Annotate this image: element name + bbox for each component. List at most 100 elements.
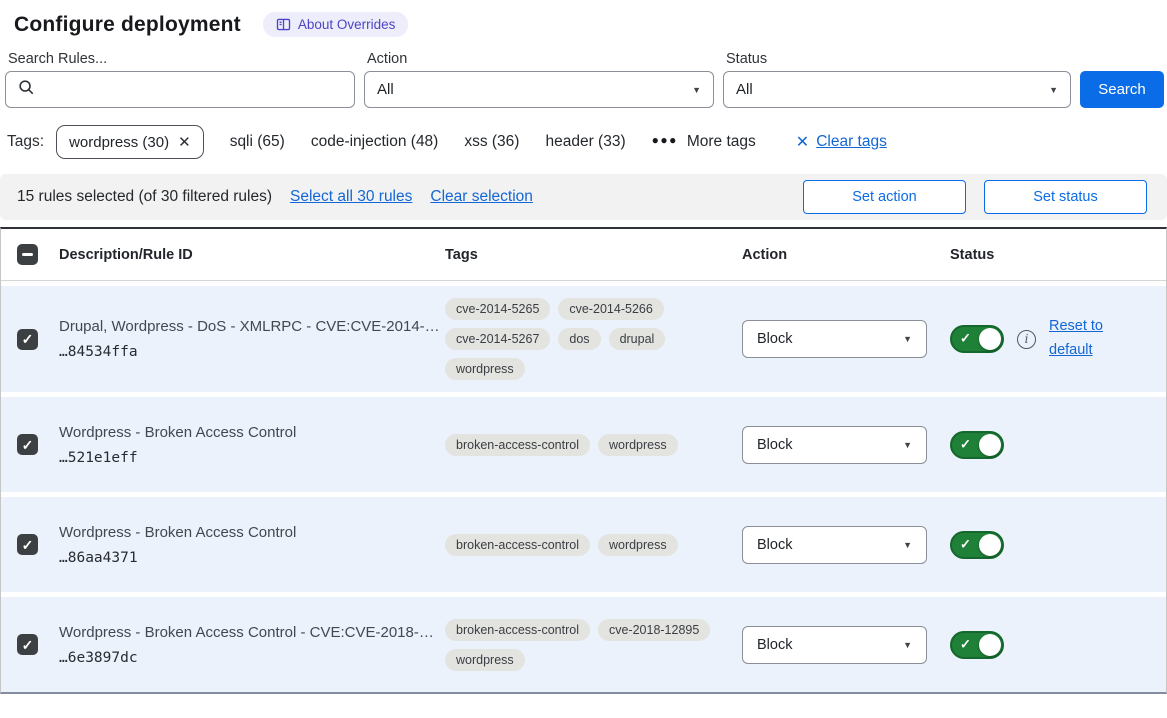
more-tags-button[interactable]: ●●● More tags [652, 133, 756, 151]
action-select[interactable]: Block ▼ [742, 526, 927, 564]
row-rule-id: …6e3897dc [59, 650, 445, 666]
row-description-cell: Drupal, Wordpress - DoS - XMLRPC - CVE:C… [45, 318, 445, 360]
chevron-down-icon: ▼ [903, 540, 912, 550]
action-filter-label: Action [364, 51, 714, 67]
status-toggle[interactable]: ✓ [950, 631, 1004, 659]
tag-pill: cve-2014-5265 [445, 298, 550, 320]
page-title: Configure deployment [14, 13, 241, 37]
tags-label: Tags: [7, 133, 44, 151]
about-overrides-badge[interactable]: About Overrides [263, 12, 409, 37]
check-icon: ✓ [22, 438, 34, 452]
close-icon[interactable]: ✕ [178, 133, 191, 151]
action-filter-select[interactable]: All ▼ [364, 71, 714, 108]
toggle-knob [979, 634, 1001, 656]
selected-tag-chip[interactable]: wordpress (30) ✕ [56, 125, 204, 159]
row-action-cell: Block ▼ [742, 526, 950, 564]
row-description: Drupal, Wordpress - DoS - XMLRPC - CVE:C… [59, 318, 445, 335]
row-action-cell: Block ▼ [742, 320, 950, 358]
chevron-down-icon: ▼ [692, 85, 701, 95]
more-tags-label: More tags [687, 133, 756, 151]
status-toggle[interactable]: ✓ [950, 531, 1004, 559]
row-checkbox-cell: ✓ [1, 329, 45, 350]
ellipsis-icon: ●●● [652, 133, 678, 147]
table-row: ✓ Wordpress - Broken Access Control …86a… [1, 497, 1166, 592]
table-row: ✓ Wordpress - Broken Access Control …521… [1, 397, 1166, 492]
action-select-value: Block [757, 331, 792, 347]
check-icon: ✓ [960, 436, 971, 452]
select-all-checkbox[interactable] [17, 244, 38, 265]
tag-option-xss[interactable]: xss (36) [464, 133, 519, 151]
check-icon: ✓ [22, 332, 34, 346]
tags-bar: Tags: wordpress (30) ✕ sqli (65) code-in… [0, 108, 1167, 174]
row-checkbox[interactable]: ✓ [17, 634, 38, 655]
row-checkbox[interactable]: ✓ [17, 329, 38, 350]
toggle-knob [979, 534, 1001, 556]
chevron-down-icon: ▼ [903, 640, 912, 650]
status-filter-field: Status All ▼ [723, 51, 1071, 108]
status-filter-value: All [736, 81, 753, 98]
select-all-link[interactable]: Select all 30 rules [290, 188, 412, 206]
row-description: Wordpress - Broken Access Control - CVE:… [59, 624, 445, 641]
toggle-knob [979, 328, 1001, 350]
configure-deployment-page: Configure deployment About Overrides Sea… [0, 0, 1167, 718]
tag-pill: wordpress [445, 358, 525, 380]
selected-tag-label: wordpress (30) [69, 134, 169, 151]
search-input[interactable] [5, 71, 355, 108]
set-action-button[interactable]: Set action [803, 180, 966, 214]
action-select[interactable]: Block ▼ [742, 626, 927, 664]
row-description: Wordpress - Broken Access Control [59, 424, 445, 441]
clear-tags-label: Clear tags [816, 133, 887, 151]
action-select[interactable]: Block ▼ [742, 426, 927, 464]
row-status-cell: ✓ i Reset to default [950, 315, 1166, 363]
search-icon [18, 79, 35, 101]
row-checkbox[interactable]: ✓ [17, 534, 38, 555]
row-checkbox[interactable]: ✓ [17, 434, 38, 455]
reset-to-default-link[interactable]: Reset to default [1049, 315, 1113, 363]
row-rule-id: …521e1eff [59, 450, 445, 466]
status-toggle[interactable]: ✓ [950, 431, 1004, 459]
tag-option-code-injection[interactable]: code-injection (48) [311, 133, 439, 151]
row-tags: broken-access-controlwordpress [445, 434, 713, 456]
info-icon[interactable]: i [1017, 330, 1036, 349]
row-tags: broken-access-controlcve-2018-12895wordp… [445, 619, 713, 671]
tag-pill: wordpress [598, 434, 678, 456]
tag-option-header[interactable]: header (33) [545, 133, 625, 151]
tag-pill: wordpress [598, 534, 678, 556]
set-status-button[interactable]: Set status [984, 180, 1147, 214]
action-filter-value: All [377, 81, 394, 98]
row-status-cell: ✓ i [950, 431, 1166, 459]
row-description-cell: Wordpress - Broken Access Control …86aa4… [45, 524, 445, 566]
table-row: ✓ Drupal, Wordpress - DoS - XMLRPC - CVE… [1, 286, 1166, 392]
tag-option-sqli[interactable]: sqli (65) [230, 133, 285, 151]
status-toggle[interactable]: ✓ [950, 325, 1004, 353]
toggle-knob [979, 434, 1001, 456]
row-rule-id: …84534ffa [59, 344, 445, 360]
action-filter-field: Action All ▼ [364, 51, 714, 108]
status-filter-select[interactable]: All ▼ [723, 71, 1071, 108]
tag-pill: cve-2018-12895 [598, 619, 710, 641]
action-select[interactable]: Block ▼ [742, 320, 927, 358]
tag-pill: cve-2014-5267 [445, 328, 550, 350]
table-body: ✓ Drupal, Wordpress - DoS - XMLRPC - CVE… [1, 286, 1166, 692]
tag-pill: dos [558, 328, 600, 350]
table-row: ✓ Wordpress - Broken Access Control - CV… [1, 597, 1166, 692]
clear-selection-link[interactable]: Clear selection [430, 188, 533, 206]
row-description-cell: Wordpress - Broken Access Control …521e1… [45, 424, 445, 466]
chevron-down-icon: ▼ [1049, 85, 1058, 95]
status-filter-label: Status [723, 51, 1071, 67]
tag-pill: broken-access-control [445, 534, 590, 556]
search-button[interactable]: Search [1080, 71, 1164, 108]
row-description-cell: Wordpress - Broken Access Control - CVE:… [45, 624, 445, 666]
search-field: Search Rules... [5, 51, 355, 108]
indeterminate-icon [22, 253, 33, 256]
rules-table: Description/Rule ID Tags Action Status ✓… [0, 227, 1167, 694]
row-action-cell: Block ▼ [742, 426, 950, 464]
row-checkbox-cell: ✓ [1, 434, 45, 455]
book-icon [276, 17, 291, 32]
check-icon: ✓ [22, 538, 34, 552]
about-overrides-label: About Overrides [298, 17, 396, 32]
clear-tags-link[interactable]: ✕ Clear tags [796, 132, 887, 152]
selection-bar: 15 rules selected (of 30 filtered rules)… [0, 174, 1167, 220]
chevron-down-icon: ▼ [903, 334, 912, 344]
check-icon: ✓ [22, 638, 34, 652]
